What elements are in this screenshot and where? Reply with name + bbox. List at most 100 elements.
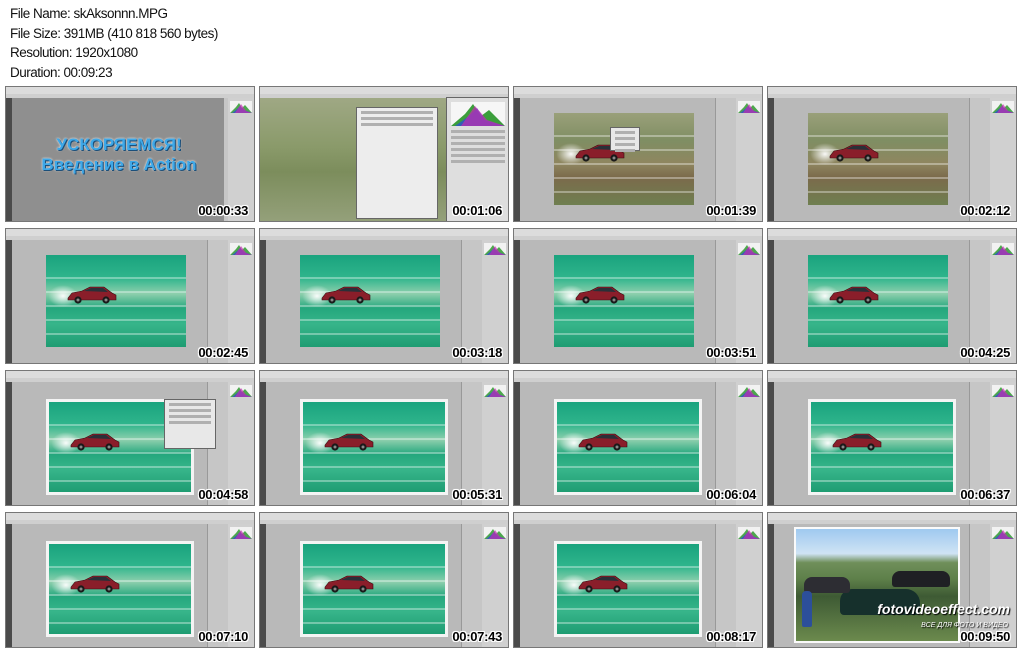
thumbnail[interactable]: fotovideoeffect.com ВСЕ ДЛЯ ФОТО И ВИДЕО 0… [767, 512, 1017, 648]
file-size-text: File Size: 391MB (410 818 560 bytes) [10, 25, 218, 41]
thumbnail[interactable]: 00:01:39 [513, 86, 763, 222]
adjustment-row [451, 142, 505, 145]
motion-streak [46, 333, 186, 335]
histogram-icon [738, 526, 760, 539]
motion-streak [303, 566, 445, 568]
dialog-row [615, 143, 635, 146]
car-image [831, 432, 883, 452]
motion-streak [46, 277, 186, 279]
watermark-site: fotovideoeffect.com [877, 601, 1010, 617]
histogram-icon [230, 526, 252, 539]
person [802, 591, 812, 627]
thumbnail[interactable]: 00:03:18 [259, 228, 509, 364]
timestamp: 00:00:33 [198, 203, 248, 218]
motion-streak [46, 319, 186, 321]
document-image [300, 399, 448, 495]
histogram-icon [451, 102, 505, 126]
motion-streak [303, 608, 445, 610]
motion-streak [557, 480, 699, 482]
motion-streak [811, 480, 953, 482]
timestamp: 00:07:43 [452, 629, 502, 644]
thumbnail[interactable]: 00:03:51 [513, 228, 763, 364]
adjustment-dialog [164, 399, 216, 449]
thumbnail[interactable]: 00:01:06 [259, 86, 509, 222]
parked-car [804, 577, 850, 593]
ps-tools-panel [768, 98, 774, 221]
timestamp: 00:01:39 [706, 203, 756, 218]
ps-tools-panel [514, 524, 520, 647]
motion-streak [554, 277, 694, 279]
motion-streak [49, 466, 191, 468]
ps-tools-panel [514, 98, 520, 221]
motion-streak [49, 480, 191, 482]
document-image [554, 541, 702, 637]
ps-tools-panel [768, 240, 774, 363]
timestamp: 00:05:31 [452, 487, 502, 502]
motion-streak [808, 135, 948, 137]
adjustment-dialog [610, 127, 640, 152]
car-image [69, 574, 121, 594]
histogram-icon [992, 526, 1014, 539]
file-info-header: File Name: skAksonnn.MPG File Size: 391M… [10, 4, 218, 82]
thumbnail[interactable]: УСКОРЯЕМСЯ! Введение в Action 00:00:33 [5, 86, 255, 222]
thumbnail[interactable]: 00:04:25 [767, 228, 1017, 364]
document-image [46, 255, 186, 347]
file-name-text: File Name: skAksonnn.MPG [10, 6, 168, 21]
document-image [46, 541, 194, 637]
motion-streak [557, 566, 699, 568]
timestamp: 00:02:45 [198, 345, 248, 360]
timestamp: 00:08:17 [706, 629, 756, 644]
car-image [323, 432, 375, 452]
car-image [574, 285, 626, 305]
document-image [554, 399, 702, 495]
car-image [577, 432, 629, 452]
motion-streak [300, 319, 440, 321]
timestamp: 00:07:10 [198, 629, 248, 644]
thumbnail[interactable]: 00:02:12 [767, 86, 1017, 222]
motion-streak [811, 424, 953, 426]
thumbnail-grid: УСКОРЯЕМСЯ! Введение в Action 00:00:33 00:0… [5, 86, 1019, 652]
resolution-text: Resolution: 1920x1080 [10, 45, 138, 61]
motion-streak [557, 622, 699, 624]
histogram-icon [738, 242, 760, 255]
ps-tools-panel [6, 382, 12, 505]
timestamp: 00:04:58 [198, 487, 248, 502]
dialog-row [615, 149, 635, 152]
timestamp: 00:06:04 [706, 487, 756, 502]
document-image [808, 255, 948, 347]
actions-panel [356, 107, 438, 219]
thumbnail[interactable]: 00:05:31 [259, 370, 509, 506]
dialog-row [169, 403, 211, 406]
motion-streak [808, 319, 948, 321]
car-image [828, 143, 880, 163]
thumbnail[interactable]: 00:04:58 [5, 370, 255, 506]
motion-streak [49, 608, 191, 610]
thumbnail[interactable]: 00:02:45 [5, 228, 255, 364]
motion-streak [303, 480, 445, 482]
thumbnail[interactable]: 00:06:04 [513, 370, 763, 506]
motion-streak [808, 177, 948, 179]
action-row [361, 111, 433, 114]
adjustment-row [451, 130, 505, 133]
motion-streak [303, 622, 445, 624]
duration-text: Duration: 00:09:23 [10, 64, 113, 80]
ps-tools-panel [514, 382, 520, 505]
adjustment-row [451, 148, 505, 151]
adjustment-row [451, 160, 505, 163]
dialog-row [169, 421, 211, 424]
motion-streak [554, 177, 694, 179]
motion-streak [300, 333, 440, 335]
thumbnail[interactable]: 00:06:37 [767, 370, 1017, 506]
document-image [808, 113, 948, 205]
motion-streak [303, 466, 445, 468]
motion-streak [303, 424, 445, 426]
ps-tools-panel [6, 240, 12, 363]
motion-streak [554, 191, 694, 193]
motion-streak [300, 277, 440, 279]
ps-tools-panel [260, 240, 266, 363]
thumbnail[interactable]: 00:08:17 [513, 512, 763, 648]
thumbnail[interactable]: 00:07:43 [259, 512, 509, 648]
thumbnail[interactable]: 00:07:10 [5, 512, 255, 648]
document-image [554, 255, 694, 347]
ps-tools-panel [768, 524, 774, 647]
